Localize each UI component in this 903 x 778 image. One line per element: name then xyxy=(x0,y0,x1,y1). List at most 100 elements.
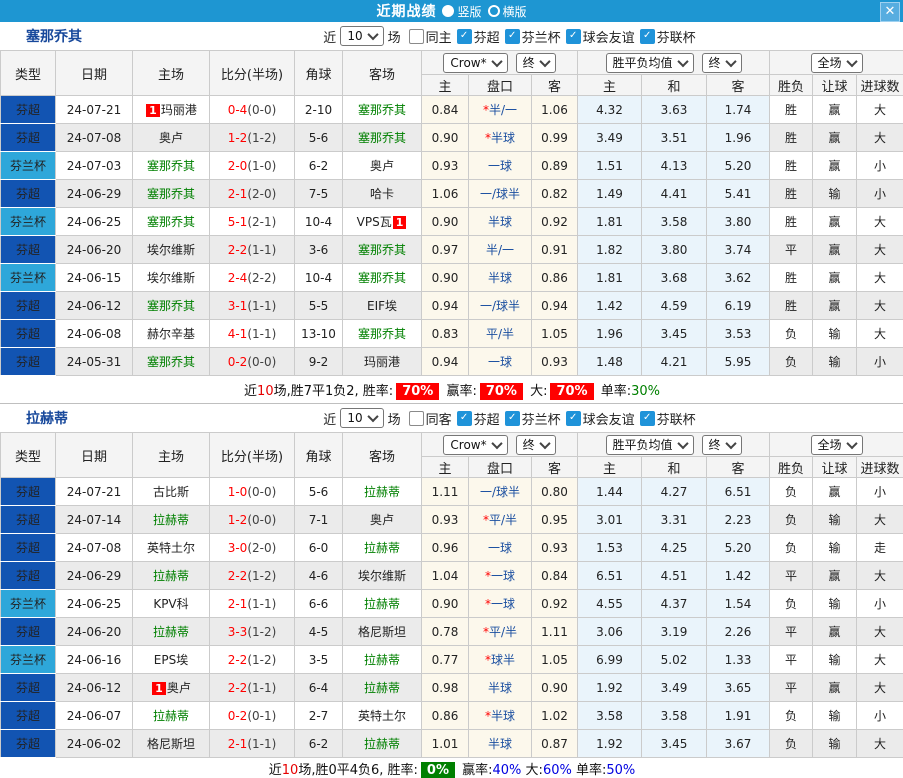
avg-odds-group: 胜平负均值终 xyxy=(578,433,770,457)
match-count-select[interactable]: 10 xyxy=(340,26,383,46)
league-checkbox[interactable]: ✓ xyxy=(457,411,472,426)
team-text: 奥卢 xyxy=(159,131,183,145)
scope-select[interactable]: 全场 xyxy=(811,435,863,455)
scope-select[interactable]: 全场 xyxy=(811,53,863,73)
handicap-value: 一球 xyxy=(488,159,512,173)
result-goals: 大 xyxy=(857,264,903,292)
fulltime-score: 2-0 xyxy=(228,159,248,173)
red-card-badge: 1 xyxy=(152,682,166,695)
summary-segment: 70% xyxy=(480,383,523,400)
league-checkbox[interactable]: ✓ xyxy=(505,411,520,426)
match-row: 芬超24-05-31塞那乔其0-2(0-0)9-2玛丽港0.94一球0.931.… xyxy=(1,348,903,376)
league-type-cell: 芬超 xyxy=(1,534,56,562)
league-checkbox[interactable]: ✓ xyxy=(640,29,655,44)
avg-home: 1.53 xyxy=(578,534,642,562)
league-checkbox[interactable]: ✓ xyxy=(640,411,655,426)
team-text: 塞那乔其 xyxy=(358,271,406,285)
avg-stage-select[interactable]: 终 xyxy=(702,53,742,73)
column-header: 主场 xyxy=(133,433,210,478)
home-odds: 0.84 xyxy=(422,96,469,124)
avg-home: 3.58 xyxy=(578,702,642,730)
league-label[interactable]: 芬联杯 xyxy=(657,409,696,428)
away-odds: 0.95 xyxy=(532,506,578,534)
sub-column-header: 和 xyxy=(642,457,707,478)
fulltime-score: 2-1 xyxy=(228,597,248,611)
title-bar: 近期战绩 竖版 横版 ✕ xyxy=(0,0,903,22)
team-text: 奥卢 xyxy=(370,159,394,173)
result-wdl: 平 xyxy=(770,674,813,702)
league-label[interactable]: 球会友谊 xyxy=(583,27,635,46)
league-label[interactable]: 芬兰杯 xyxy=(522,27,561,46)
match-count-select[interactable]: 10 xyxy=(340,408,383,428)
halftime-score: (0-0) xyxy=(247,103,276,117)
away-team: 拉赫蒂 xyxy=(343,534,422,562)
league-checkbox[interactable]: ✓ xyxy=(566,411,581,426)
avg-home: 1.82 xyxy=(578,236,642,264)
avg-odds-select[interactable]: 胜平负均值 xyxy=(606,435,694,455)
team-text: 埃尔维斯 xyxy=(358,569,406,583)
handicap: *球半 xyxy=(469,646,532,674)
match-row: 芬兰杯24-06-16EPS埃2-2(1-2)3-5拉赫蒂0.77*球半1.05… xyxy=(1,646,903,674)
match-date: 24-07-21 xyxy=(56,96,133,124)
home-odds: 0.78 xyxy=(422,618,469,646)
same-venue-label[interactable]: 同客 xyxy=(426,409,452,428)
sub-column-header: 主 xyxy=(422,457,469,478)
league-checkbox[interactable]: ✓ xyxy=(457,29,472,44)
column-header: 日期 xyxy=(56,51,133,96)
avg-stage-select[interactable]: 终 xyxy=(702,435,742,455)
league-label[interactable]: 球会友谊 xyxy=(583,409,635,428)
team-band: 拉赫蒂近10场同客✓芬超✓芬兰杯✓球会友谊✓芬联杯 xyxy=(0,404,903,432)
result-wdl: 负 xyxy=(770,348,813,376)
avg-draw: 4.59 xyxy=(642,292,707,320)
odds-company-select[interactable]: Crow* xyxy=(443,435,507,455)
odds-company-select[interactable]: Crow* xyxy=(443,53,507,73)
same-venue-checkbox[interactable] xyxy=(409,411,424,426)
match-score: 0-2(0-1) xyxy=(210,702,295,730)
home-odds: 0.90 xyxy=(422,208,469,236)
horizontal-layout-radio[interactable] xyxy=(488,5,500,17)
league-checkbox[interactable]: ✓ xyxy=(505,29,520,44)
same-venue-label[interactable]: 同主 xyxy=(426,27,452,46)
league-label[interactable]: 芬兰杯 xyxy=(522,409,561,428)
match-row: 芬超24-06-29拉赫蒂2-2(1-2)4-6埃尔维斯1.04*一球0.846… xyxy=(1,562,903,590)
corner-score: 5-5 xyxy=(295,292,343,320)
result-wdl: 平 xyxy=(770,236,813,264)
away-team: 拉赫蒂 xyxy=(343,674,422,702)
scope-controls: 全场 xyxy=(770,53,903,73)
header-row-groups: 类型日期主场比分(半场)角球客场Crow*终胜平负均值终全场 xyxy=(1,433,903,457)
league-label[interactable]: 芬超 xyxy=(474,27,500,46)
league-label[interactable]: 芬联杯 xyxy=(657,27,696,46)
sub-column-header: 主 xyxy=(578,75,642,96)
away-team: 埃尔维斯 xyxy=(343,562,422,590)
horizontal-layout-label[interactable]: 横版 xyxy=(503,3,527,20)
league-checkbox[interactable]: ✓ xyxy=(566,29,581,44)
result-wdl: 胜 xyxy=(770,180,813,208)
close-button[interactable]: ✕ xyxy=(880,2,900,22)
result-goals: 大 xyxy=(857,292,903,320)
same-venue-checkbox[interactable] xyxy=(409,29,424,44)
league-label[interactable]: 芬超 xyxy=(474,409,500,428)
result-wdl: 负 xyxy=(770,478,813,506)
odds-stage-select[interactable]: 终 xyxy=(516,53,556,73)
result-handicap: 赢 xyxy=(813,562,857,590)
summary-segment: 10 xyxy=(257,384,274,399)
chevron-down-icon xyxy=(539,437,550,448)
team-text: 埃尔维斯 xyxy=(147,243,195,257)
away-odds: 0.82 xyxy=(532,180,578,208)
avg-draw: 4.25 xyxy=(642,534,707,562)
corner-score: 6-2 xyxy=(295,730,343,758)
handicap-value: 平/半 xyxy=(486,327,514,341)
corner-score: 2-7 xyxy=(295,702,343,730)
away-team: 奥卢 xyxy=(343,152,422,180)
summary-segment: 单率: xyxy=(597,384,632,399)
result-wdl: 胜 xyxy=(770,96,813,124)
avg-odds-select[interactable]: 胜平负均值 xyxy=(606,53,694,73)
avg-away: 2.26 xyxy=(707,618,770,646)
avg-away: 1.91 xyxy=(707,702,770,730)
home-team: 1奥卢 xyxy=(133,674,210,702)
odds-stage-select[interactable]: 终 xyxy=(516,435,556,455)
avg-home: 1.51 xyxy=(578,152,642,180)
vertical-layout-label[interactable]: 竖版 xyxy=(457,3,481,20)
vertical-layout-radio[interactable] xyxy=(442,5,454,17)
column-header: 类型 xyxy=(1,51,56,96)
